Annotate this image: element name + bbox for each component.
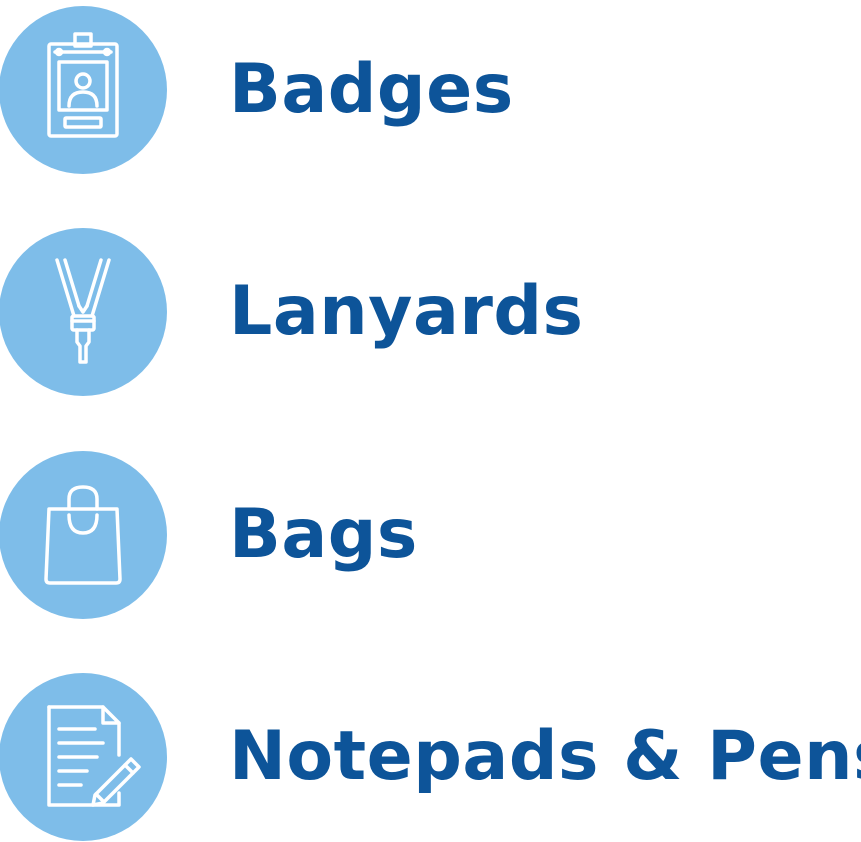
category-label-lanyards: Lanyards	[229, 272, 584, 351]
bag-icon-circle	[0, 451, 167, 619]
category-label-badges: Badges	[229, 50, 514, 129]
category-item-notepads-pens[interactable]: Notepads & Pens	[0, 673, 861, 841]
badge-icon-circle	[0, 6, 167, 174]
lanyard-icon	[0, 228, 167, 396]
badge-icon	[0, 6, 167, 174]
category-item-lanyards[interactable]: Lanyards	[0, 228, 861, 396]
notepad-pen-icon-circle	[0, 673, 167, 841]
category-label-notepads-pens: Notepads & Pens	[229, 717, 861, 796]
bag-icon	[0, 451, 167, 619]
notepad-pen-icon	[0, 673, 167, 841]
product-category-list: Badges Lanyards Bags Notepads & Pens	[0, 0, 861, 842]
category-label-bags: Bags	[229, 495, 418, 574]
category-item-badges[interactable]: Badges	[0, 6, 861, 174]
category-item-bags[interactable]: Bags	[0, 451, 861, 619]
lanyard-icon-circle	[0, 228, 167, 396]
